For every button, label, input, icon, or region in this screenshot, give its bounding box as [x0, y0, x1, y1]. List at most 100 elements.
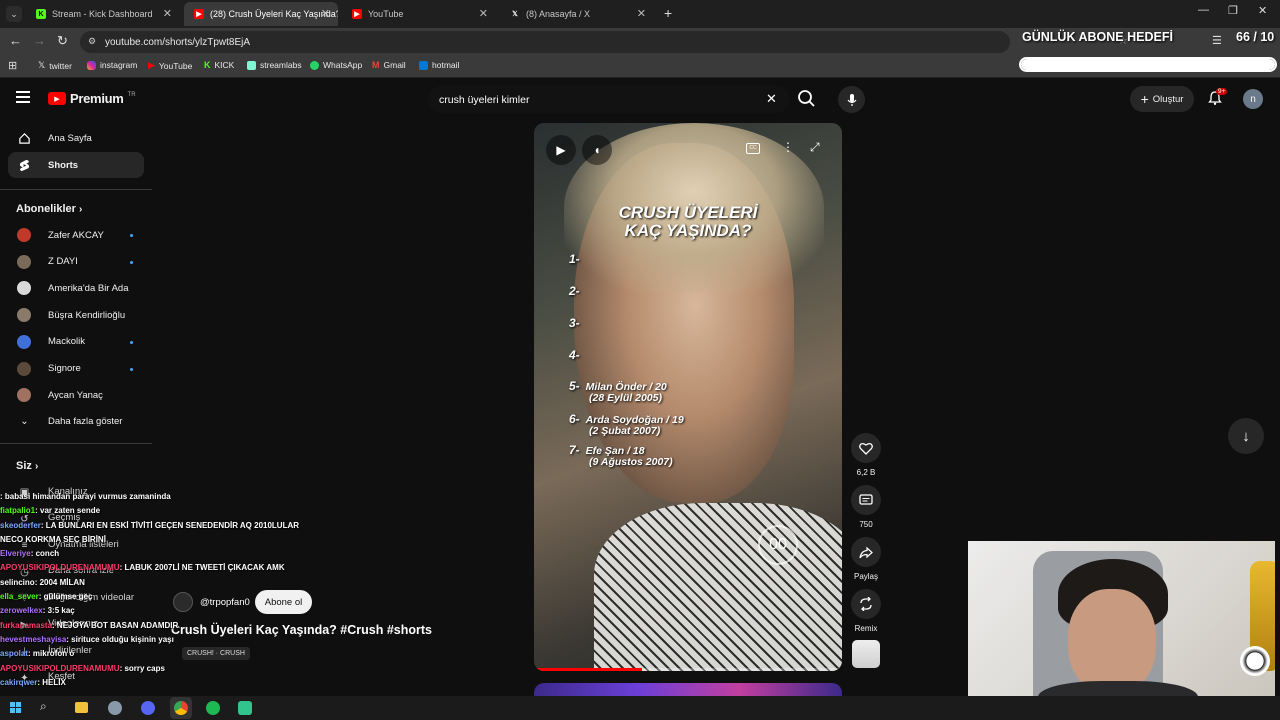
bookmark-youtube[interactable]: ▶ YouTube: [148, 60, 192, 71]
hamburger-menu-icon[interactable]: [16, 91, 30, 103]
youtube-play-icon: ▶: [48, 92, 66, 105]
chrome-icon[interactable]: [170, 697, 192, 719]
clear-search-icon[interactable]: ✕: [766, 91, 777, 107]
next-video-button[interactable]: ↓: [1228, 418, 1264, 454]
captions-icon: CC: [749, 145, 757, 151]
sidebar-subscription-item[interactable]: Signore: [8, 356, 144, 382]
search-button[interactable]: [796, 88, 818, 110]
next-short-preview[interactable]: [534, 683, 842, 696]
close-window-button[interactable]: ✕: [1258, 4, 1267, 17]
chat-username[interactable]: aspolat: [0, 649, 28, 658]
avatar[interactable]: n: [1243, 89, 1263, 109]
like-action[interactable]: 6,2 B: [850, 433, 882, 477]
subscriptions-heading[interactable]: Abonelikler ›: [16, 203, 82, 215]
tab-x-home[interactable]: 𝕏 (8) Anasayfa / X ✕: [500, 2, 654, 26]
bookmark-streamlabs[interactable]: streamlabs: [247, 60, 302, 70]
chat-username[interactable]: APOYUSIKIPOLDURENAMUMU: [0, 563, 120, 572]
create-button[interactable]: + Oluştur: [1130, 86, 1194, 112]
bookmark-instagram[interactable]: instagram: [87, 60, 137, 70]
shorts-video-player[interactable]: ▶ ◖ CC ⋮ ⤢ CRUSH ÜYELERİ KAÇ YAŞINDA? 1-…: [534, 123, 842, 671]
chat-username[interactable]: fiatpalio1: [0, 506, 35, 515]
close-icon[interactable]: ✕: [321, 7, 330, 20]
app-icon[interactable]: [108, 701, 122, 715]
site-info-icon[interactable]: ⚙: [88, 36, 96, 47]
arrow-down-icon: ↓: [1242, 427, 1250, 445]
video-list-date: (28 Eylül 2005): [589, 392, 662, 404]
chat-username[interactable]: skeoderfer: [0, 521, 41, 530]
fullscreen-icon[interactable]: ⤢: [810, 140, 820, 155]
streaming-app-icon[interactable]: [238, 701, 252, 715]
subscription-label: Aycan Yanaç: [48, 389, 103, 401]
tab-youtube[interactable]: ▶ YouTube ✕: [342, 2, 496, 26]
search-icon[interactable]: ⌕: [40, 699, 47, 714]
sidebar-subscription-item[interactable]: Z DAYI: [8, 249, 144, 275]
chat-username[interactable]: cakirqwer: [0, 678, 37, 687]
video-frame-sweater: [594, 503, 842, 671]
youtube-logo[interactable]: ▶ Premium TR: [48, 91, 136, 106]
play-button[interactable]: ▶: [546, 135, 576, 165]
video-progress-track[interactable]: [534, 668, 842, 671]
spotify-icon[interactable]: [206, 701, 220, 715]
you-heading[interactable]: Siz ›: [16, 460, 38, 472]
close-icon[interactable]: ✕: [163, 7, 172, 20]
chat-username[interactable]: zerowelkex: [0, 606, 43, 615]
chat-username[interactable]: selincino: [0, 578, 35, 587]
bookmark-twitter[interactable]: 𝕏twitter: [38, 60, 72, 71]
reload-button[interactable]: ↻: [57, 33, 68, 49]
more-options-icon[interactable]: ⋮: [782, 140, 794, 154]
video-list-row: 7- Efe Şan / 18 (9 Ağustos 2007): [569, 444, 673, 468]
maximize-button[interactable]: ❐: [1228, 4, 1238, 17]
chat-message: APOYUSIKIPOLDURENAMUMU: sorry caps: [0, 662, 300, 676]
remix-action[interactable]: Remix: [850, 589, 882, 633]
notifications-button[interactable]: 9+: [1207, 88, 1228, 108]
back-button[interactable]: ←: [9, 33, 22, 48]
sidebar-item-shorts[interactable]: Shorts: [8, 152, 144, 178]
captions-button[interactable]: CC: [746, 143, 760, 154]
forward-button[interactable]: →: [33, 33, 46, 48]
menu-icon[interactable]: ☰: [1212, 34, 1222, 47]
new-tab-button[interactable]: +: [664, 5, 672, 21]
sidebar-subscription-item[interactable]: Büşra Kendirlioğlu: [8, 302, 144, 328]
tab-kick-dashboard[interactable]: K Stream - Kick Dashboard ✕: [26, 2, 180, 26]
apps-icon[interactable]: ⊞: [8, 59, 17, 72]
chat-username[interactable]: ella_sever: [0, 592, 39, 601]
volume-button[interactable]: ◖: [582, 135, 612, 165]
webcam-person-face: [1068, 589, 1156, 694]
share-action[interactable]: Paylaş: [850, 537, 882, 581]
chat-message: cakirqwer: HELİX: [0, 676, 300, 690]
tab-youtube-short[interactable]: ▶ (28) Crush Üyeleri Kaç Yaşında? ✕: [184, 2, 338, 26]
subscriber-goal-count: 66 / 10: [1236, 30, 1275, 44]
bookmark-hotmail[interactable]: hotmail: [419, 60, 459, 70]
chat-text: : babasi himandan parayi vurmus zamanind…: [0, 492, 171, 501]
windows-taskbar: ⌕: [0, 696, 1280, 720]
bookmark-kick[interactable]: K KICK: [204, 60, 234, 70]
subscription-label: Büşra Kendirlioğlu: [48, 309, 126, 321]
sidebar-subscription-item[interactable]: Zafer AKCAY: [8, 222, 144, 248]
chat-username[interactable]: hevestmeshayisa: [0, 635, 66, 644]
minimize-button[interactable]: —: [1198, 4, 1209, 16]
address-bar[interactable]: ⚙ youtube.com/shorts/ylzTpwt8EjA: [80, 31, 1010, 53]
youtube-icon: ▶: [194, 9, 204, 19]
bookmark-gmail[interactable]: M Gmail: [372, 60, 406, 70]
close-icon[interactable]: ✕: [479, 7, 488, 20]
chat-username[interactable]: Elveriye: [0, 549, 31, 558]
close-icon[interactable]: ✕: [637, 7, 646, 20]
sidebar-subscription-item[interactable]: Mackolik: [8, 329, 144, 355]
voice-search-button[interactable]: [838, 86, 865, 113]
sound-thumbnail[interactable]: [852, 640, 880, 668]
sidebar-item-home[interactable]: Ana Sayfa: [8, 125, 144, 151]
sidebar-subscription-item[interactable]: Amerika'da Bir Ada: [8, 275, 144, 301]
tab-search-button[interactable]: ⌄: [6, 6, 22, 22]
sidebar-subscription-item[interactable]: Aycan Yanaç: [8, 382, 144, 408]
new-content-dot: [130, 234, 133, 237]
comment-action[interactable]: 750: [850, 485, 882, 529]
windows-start-icon[interactable]: [10, 702, 21, 713]
chat-username[interactable]: furkanamasta: [0, 621, 52, 630]
chat-username[interactable]: APOYUSIKIPOLDURENAMUMU: [0, 664, 120, 673]
url-text: youtube.com/shorts/ylzTpwt8EjA: [105, 36, 251, 48]
file-explorer-icon[interactable]: [75, 702, 88, 713]
search-input[interactable]: crush üyeleri kimler ✕: [428, 86, 790, 113]
discord-icon[interactable]: [141, 701, 155, 715]
bookmark-whatsapp[interactable]: WhatsApp: [310, 60, 362, 70]
show-more-button[interactable]: ⌄ Daha fazla göster: [8, 408, 144, 434]
